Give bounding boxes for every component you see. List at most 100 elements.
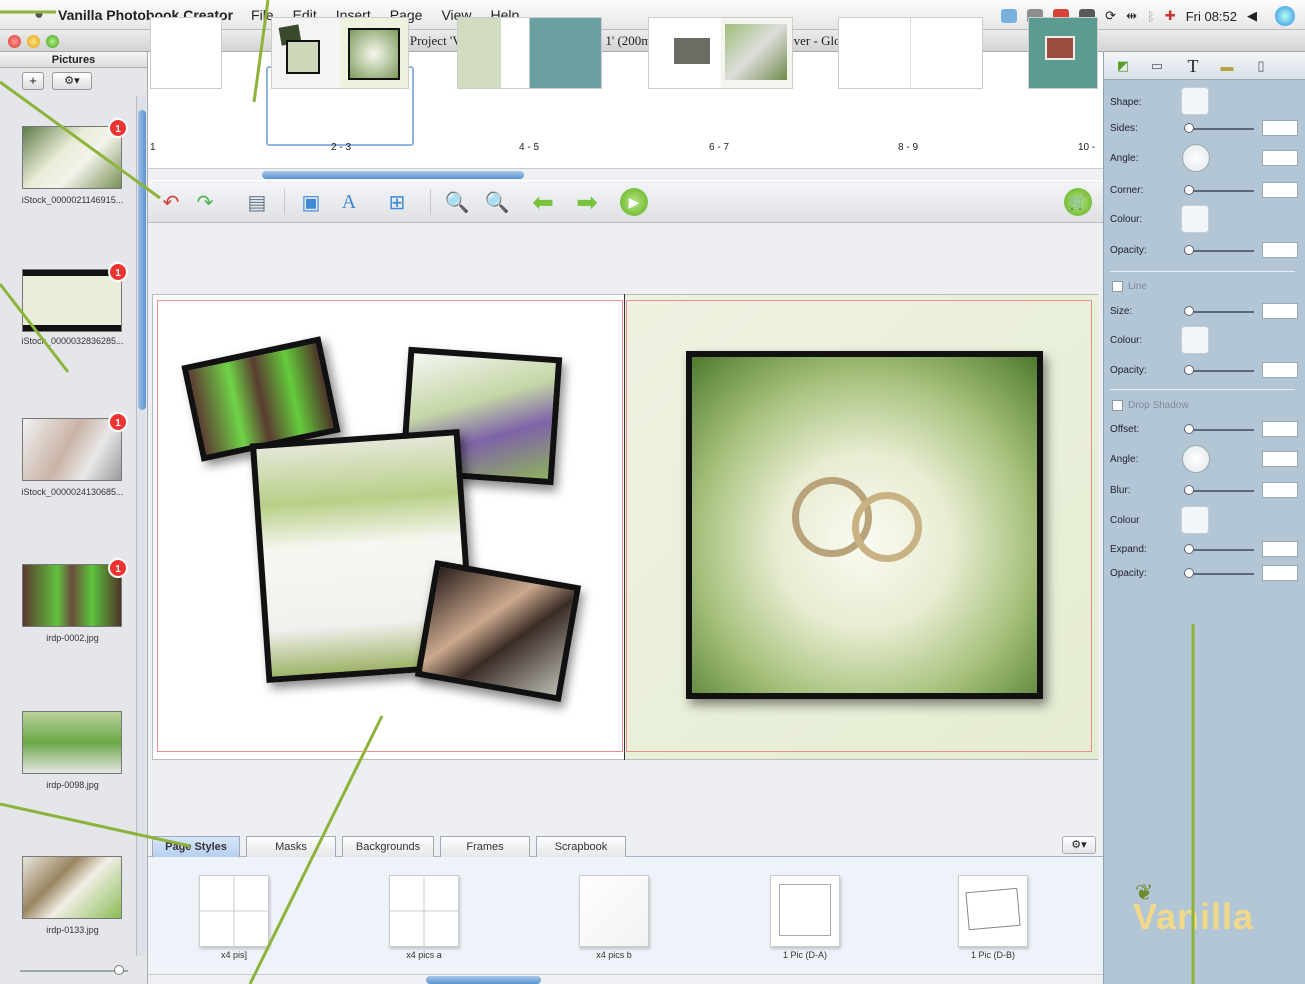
corner-slider[interactable] [1184,190,1254,192]
corner-slider-thumb[interactable] [1184,185,1194,195]
zoom-window-button[interactable] [46,35,59,48]
photo-box[interactable] [414,560,582,702]
volume-icon[interactable]: ◀ [1247,8,1257,24]
size-slider-thumb[interactable] [1184,306,1194,316]
line-colour-swatch[interactable] [1181,326,1209,354]
line-opacity-slider-thumb[interactable] [1184,365,1194,375]
picture-thumbnail[interactable] [22,564,122,627]
bluetooth-icon[interactable]: ᛒ [1147,9,1155,24]
tab-backgrounds[interactable]: Backgrounds [342,836,434,857]
text-tab-icon[interactable]: T [1180,56,1206,76]
shape-picker[interactable] [1181,87,1209,115]
opacity-slider-thumb[interactable] [1184,245,1194,255]
angle-dial[interactable] [1182,144,1210,172]
shadow-opacity-slider[interactable] [1184,573,1254,575]
add-page-icon[interactable]: ⊞ [384,189,410,215]
sides-field[interactable] [1262,120,1298,136]
expand-slider-thumb[interactable] [1184,544,1194,554]
offset-field[interactable] [1262,421,1298,437]
photo-box[interactable] [686,351,1043,699]
thumbnail-size-thumb[interactable] [114,965,124,975]
scroll-thumb[interactable] [262,171,524,179]
spread-thumbnail[interactable] [838,17,983,89]
spread-thumbnail[interactable] [1028,17,1098,89]
page-style-item[interactable] [199,875,269,947]
frame-tab-icon[interactable]: ▭ [1144,56,1170,76]
page-style-item[interactable] [958,875,1028,947]
tab-masks[interactable]: Masks [246,836,336,857]
zoom-out-icon[interactable]: 🔍 [444,189,470,215]
pictures-scrollbar[interactable] [136,96,146,956]
offset-slider-thumb[interactable] [1184,424,1194,434]
save-icon[interactable]: ▤ [244,189,270,215]
minimize-window-button[interactable] [27,35,40,48]
close-window-button[interactable] [8,35,21,48]
styles-scrollbar[interactable] [148,974,1103,984]
shadow-opacity-slider-thumb[interactable] [1184,568,1194,578]
tab-page-styles[interactable]: Page Styles [152,836,240,857]
zoom-in-icon[interactable]: 🔍 [484,189,510,215]
colour-swatch[interactable] [1181,205,1209,233]
spread-thumbnail[interactable] [457,17,602,89]
picture-thumbnail[interactable] [22,856,122,919]
spread-thumbnail[interactable] [150,17,222,89]
scroll-thumb[interactable] [426,976,541,984]
picture-thumbnail[interactable] [22,418,122,481]
play-icon[interactable]: ▶ [620,188,648,216]
tab-frames[interactable]: Frames [440,836,530,857]
page-style-item[interactable] [389,875,459,947]
add-text-box-icon[interactable]: A [336,189,362,215]
apple-icon[interactable]: ● [30,6,48,24]
sync-icon[interactable]: ⟳ [1105,8,1116,24]
thumbnail-size-slider[interactable] [20,970,128,972]
pictures-gear-button[interactable]: ⚙▾ [52,72,92,90]
undo-icon[interactable]: ↶ [158,189,184,215]
line-opacity-slider[interactable] [1184,370,1254,372]
shadow-angle-field[interactable] [1262,451,1298,467]
expand-field[interactable] [1262,541,1298,557]
offset-slider[interactable] [1184,429,1254,431]
expand-slider[interactable] [1184,549,1254,551]
blur-slider-thumb[interactable] [1184,485,1194,495]
opacity-slider[interactable] [1184,250,1254,252]
sides-slider[interactable] [1184,128,1254,130]
corner-field[interactable] [1262,182,1298,198]
add-photo-box-icon[interactable]: ▣ [298,189,324,215]
page-style-item[interactable] [770,875,840,947]
tray-icon[interactable] [1001,9,1018,23]
blur-field[interactable] [1262,482,1298,498]
opacity-field[interactable] [1262,242,1298,258]
redo-icon[interactable]: ↷ [192,189,218,215]
spread-thumbnail[interactable] [271,17,409,89]
page-style-item[interactable] [579,875,649,947]
drop-shadow-checkbox[interactable] [1112,400,1123,411]
shadow-opacity-field[interactable] [1262,565,1298,581]
shadow-colour-swatch[interactable] [1181,506,1209,534]
picture-thumbnail[interactable] [22,126,122,189]
previous-page-icon[interactable]: ⬅ [530,187,556,217]
blur-slider[interactable] [1184,490,1254,492]
page-tab-icon[interactable]: ▯ [1248,56,1274,76]
tab-scrapbook[interactable]: Scrapbook [536,836,626,857]
scroll-thumb[interactable] [138,110,146,410]
clock[interactable]: Fri 08:52 [1186,9,1237,24]
line-checkbox[interactable] [1112,281,1123,292]
add-picture-button[interactable]: + [22,72,44,90]
sides-slider-thumb[interactable] [1184,123,1194,133]
shape-tab-icon[interactable]: ◩ [1110,56,1136,76]
spotlight-icon[interactable] [1275,6,1295,26]
angle-field[interactable] [1262,150,1298,166]
shopping-cart-icon[interactable]: 🛒 [1064,188,1092,216]
line-opacity-field[interactable] [1262,362,1298,378]
size-slider[interactable] [1184,311,1254,313]
picture-thumbnail[interactable] [22,711,122,774]
ruler-tab-icon[interactable]: ▬ [1214,56,1240,76]
library-gear-button[interactable]: ⚙▾ [1062,836,1096,854]
picture-thumbnail[interactable] [22,269,122,332]
spread-thumbnail[interactable] [648,17,793,89]
network-icon[interactable]: ⇹ [1126,8,1137,24]
shadow-angle-dial[interactable] [1182,445,1210,473]
next-page-icon[interactable]: ➡ [574,187,600,217]
flag-icon[interactable]: ✚ [1165,8,1176,24]
page-strip-scrollbar[interactable] [148,168,1103,180]
